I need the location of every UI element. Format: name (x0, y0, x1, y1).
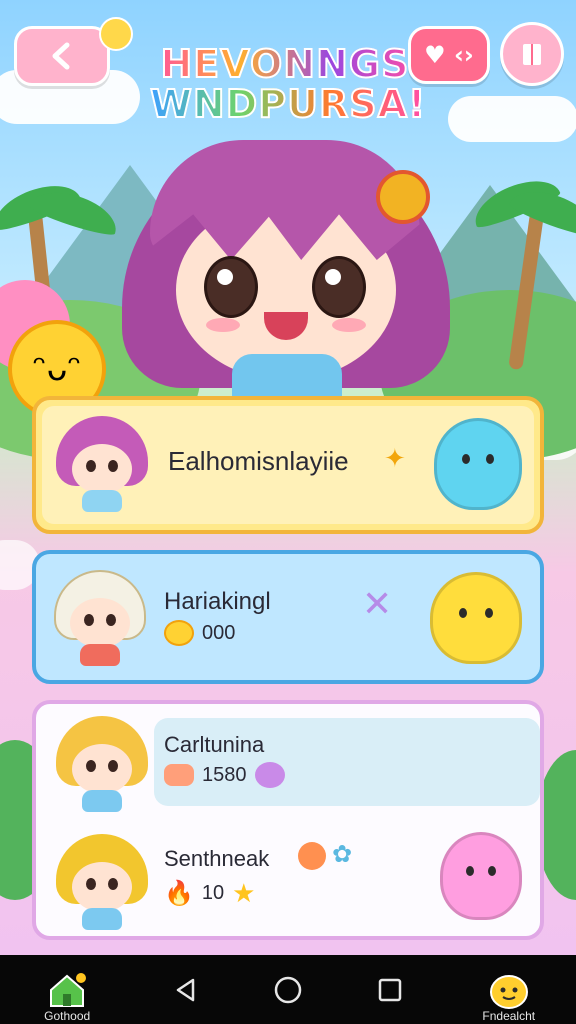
card-stat-value: 000 (202, 621, 236, 644)
title-line1: HEVONNGS (150, 43, 420, 85)
square-recents-icon (379, 978, 402, 1001)
character-row[interactable]: Carltunina 1580 (36, 704, 540, 814)
toggle-button[interactable]: ♥ ‹› (408, 26, 490, 84)
yellow-blob-icon (430, 572, 522, 664)
character-card[interactable]: Ealhomisnlayiie ✦ (32, 396, 544, 534)
character-row[interactable]: Senthneak ✿ 🔥 10 ★ (36, 824, 540, 936)
triangle-back-icon (176, 978, 194, 1001)
card-stat: 🔥 10 ★ (164, 878, 255, 909)
card-name: Hariakingl (164, 588, 271, 615)
navigation-bar: Gothood Fndealcht (0, 955, 576, 1024)
circle-home-icon (274, 976, 302, 1003)
heart-toggle-icon: ♥ ‹› (424, 41, 474, 69)
star-icon: ★ (232, 878, 256, 908)
avatar (56, 834, 148, 930)
hero-hairclip (376, 170, 430, 224)
hero-blush (206, 318, 240, 332)
character-card[interactable]: Hariakingl 000 ✕ (32, 550, 544, 684)
title-line2: WNDPURSA! (149, 82, 427, 126)
book-button[interactable] (500, 22, 564, 86)
pink-blob-icon (440, 832, 522, 920)
home-nav-button[interactable]: Gothood (27, 955, 107, 1024)
hero-left-eye (204, 256, 258, 318)
mascot-icon (489, 974, 528, 1009)
card-stat-value: 10 (201, 882, 225, 904)
card-name: Senthneak (164, 846, 270, 871)
game-title: HEVONNGS WNDPURSA! (149, 43, 427, 126)
book-icon (523, 44, 541, 65)
game-scene: ᵔᴗᵔ ♥ ‹› HEVONNGS WNDPURSA! Ealhomisnlay… (0, 0, 576, 955)
avatar (54, 570, 146, 666)
hero-blush (332, 318, 366, 332)
avatar (56, 716, 148, 812)
blue-blob-icon (434, 418, 522, 510)
card-stat-value: 1580 (202, 763, 247, 786)
mascot-nav-button[interactable]: Fndealcht (469, 955, 549, 1024)
cake-icon (164, 764, 194, 786)
hero-right-eye (312, 256, 366, 318)
card-name: Ealhomisnlayiie (168, 446, 349, 476)
card-name: Carltunina (164, 732, 265, 757)
card-stat: 1580 (164, 762, 285, 788)
character-card-group: Carltunina 1580 Senthneak ✿ 🔥 10 ★ (32, 700, 544, 940)
mascot-nav-label: Fndealcht (482, 1009, 536, 1023)
sun-badge-icon (99, 17, 133, 51)
card-stat: 000 (164, 620, 235, 646)
chevron-left-icon (52, 42, 70, 70)
hero-shirt (232, 354, 342, 398)
home-nav-label: Gothood (44, 1009, 91, 1023)
flame-icon: 🔥 (164, 880, 194, 907)
system-home-button[interactable] (264, 966, 312, 1014)
orange-ball-icon (298, 842, 326, 870)
sparkle-icon: ✦ (384, 444, 406, 474)
system-back-button[interactable] (162, 966, 210, 1014)
system-recents-button[interactable] (366, 966, 414, 1014)
purple-gem-icon (254, 762, 285, 788)
avatar (56, 416, 148, 512)
cloud (448, 96, 576, 142)
leaf-icon: ✿ (332, 840, 353, 868)
back-button[interactable] (14, 17, 133, 86)
bow-icon: ✕ (362, 584, 393, 625)
coin-icon (164, 620, 194, 646)
home-icon (50, 972, 87, 1007)
